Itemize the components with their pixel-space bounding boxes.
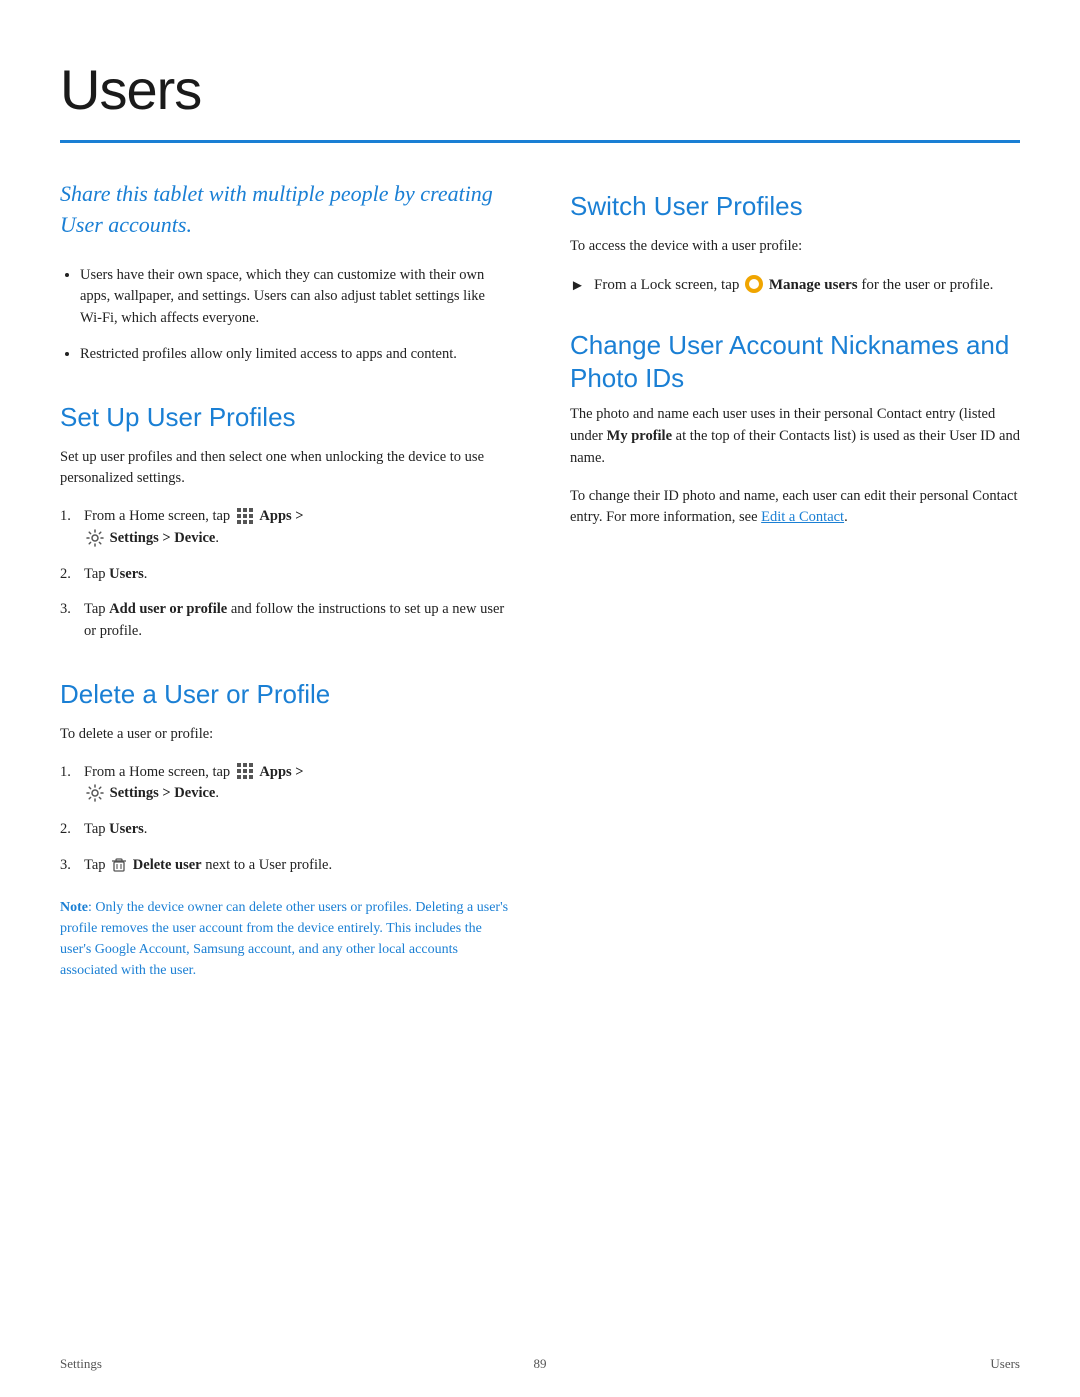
delete-profile-intro: To delete a user or profile: [60,724,510,746]
two-column-layout: Share this tablet with multiple people b… [60,179,1020,981]
delete-step-2-text: Tap Users. [84,819,147,841]
intro-text: Share this tablet with multiple people b… [60,179,510,241]
switch-profiles-bullet: ► From a Lock screen, tap Manage users f… [570,274,1020,298]
delete-profile-section: Delete a User or Profile To delete a use… [60,675,510,981]
page-title: Users [60,48,1020,132]
footer-left: Settings [60,1354,102,1374]
delete-step-num-3: 3. [60,855,78,877]
trash-icon [111,857,127,873]
change-account-title: Change User Account Nicknames and Photo … [570,329,1020,394]
setup-step-1: 1. From a Home screen, tap [60,506,510,550]
delete-profile-title: Delete a User or Profile [60,675,510,714]
apps-icon [236,507,254,525]
left-column: Share this tablet with multiple people b… [60,179,510,981]
users-label-1: Users [109,566,144,582]
step-num-3: 3. [60,599,78,643]
right-column: Switch User Profiles To access the devic… [570,179,1020,981]
my-profile-label: My profile [607,428,672,444]
note-content: : Only the device owner can delete other… [60,900,508,978]
change-account-para1: The photo and name each user uses in the… [570,404,1020,469]
delete-step-3-text: Tap Delete user next to a U [84,855,332,877]
note-label: Note [60,900,88,915]
switch-profiles-intro: To access the device with a user profile… [570,236,1020,258]
delete-note: Note: Only the device owner can delete o… [60,897,510,981]
delete-step-1-text: From a Home screen, tap [84,762,304,806]
setup-step-2-text: Tap Users. [84,564,147,586]
footer-center: 89 [534,1354,547,1374]
delete-step-1: 1. From a Home screen, tap [60,762,510,806]
delete-steps-list: 1. From a Home screen, tap [60,762,510,877]
setup-profiles-intro: Set up user profiles and then select one… [60,447,510,491]
footer-right: Users [990,1354,1020,1374]
setup-step-1-text: From a Home screen, tap [84,506,304,550]
apps-icon-2 [236,762,254,780]
settings-icon-1 [86,529,104,547]
page-container: Users Share this tablet with multiple pe… [0,0,1080,1061]
step-num-1: 1. [60,506,78,550]
delete-step-num-2: 2. [60,819,78,841]
setup-profiles-title: Set Up User Profiles [60,398,510,437]
setup-step-3-text: Tap Add user or profile and follow the i… [84,599,510,643]
delete-step-3: 3. Tap [60,855,510,877]
delete-step-num-1: 1. [60,762,78,806]
setup-step-3: 3. Tap Add user or profile and follow th… [60,599,510,643]
users-label-2: Users [109,821,144,837]
manage-users-label: Manage users [769,277,858,293]
setup-step-2: 2. Tap Users. [60,564,510,586]
step-num-2: 2. [60,564,78,586]
setup-steps-list: 1. From a Home screen, tap [60,506,510,643]
change-account-para2-after: . [844,509,848,525]
top-divider [60,140,1020,143]
change-account-para2: To change their ID photo and name, each … [570,486,1020,530]
settings-icon-2 [86,784,104,802]
change-account-title-text: Change User Account Nicknames and Photo … [570,330,1009,393]
bullet-item-2: Restricted profiles allow only limited a… [80,344,510,366]
switch-profiles-title: Switch User Profiles [570,187,1020,226]
settings-device-label-1: Settings > Device [110,530,216,546]
intro-bullets: Users have their own space, which they c… [60,265,510,366]
arrow-icon: ► [570,275,586,298]
switch-profiles-section: Switch User Profiles To access the devic… [570,187,1020,297]
apps-label-2: Apps > [259,764,303,780]
footer-page-number: 89 [534,1356,547,1371]
apps-label: Apps > [259,508,303,524]
add-user-label: Add user or profile [109,601,227,617]
setup-profiles-section: Set Up User Profiles Set up user profile… [60,398,510,643]
switch-profiles-text: From a Lock screen, tap Manage users for… [594,274,993,297]
delete-user-label: Delete user [133,857,202,873]
delete-step-2: 2. Tap Users. [60,819,510,841]
edit-contact-link[interactable]: Edit a Contact [761,509,844,525]
bullet-item-1: Users have their own space, which they c… [80,265,510,330]
settings-device-label-2: Settings > Device [110,785,216,801]
change-account-section: Change User Account Nicknames and Photo … [570,329,1020,529]
manage-users-icon [745,275,763,293]
